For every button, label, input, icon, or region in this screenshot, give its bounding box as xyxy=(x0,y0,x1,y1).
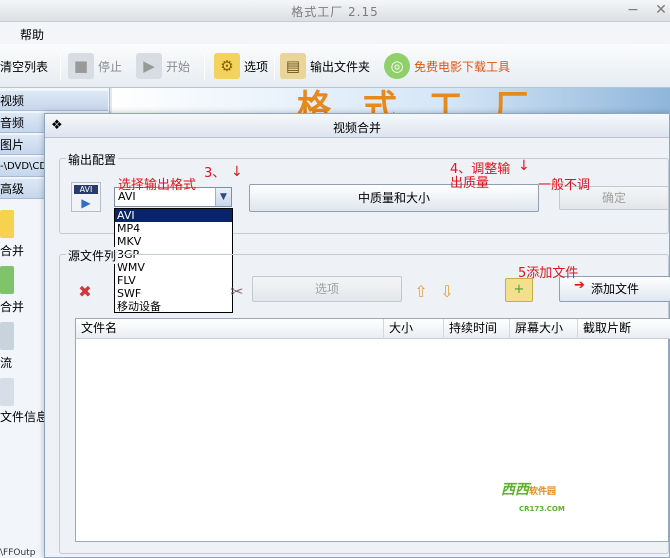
annotation-step3-number: 3、 xyxy=(204,166,226,181)
stop-button[interactable]: ■ 停止 xyxy=(68,51,122,81)
source-files-legend: 源文件列 xyxy=(66,247,119,264)
close-button[interactable]: ✕ xyxy=(650,2,670,20)
mux-icon xyxy=(0,322,14,350)
format-option-mp4[interactable]: MP4 xyxy=(115,222,232,235)
toolbar-separator xyxy=(204,54,205,80)
magnifier-icon: ◎ xyxy=(384,53,410,79)
folder-icon: ▤ xyxy=(280,53,306,79)
window-titlebar: 格式工厂 2.15 − ✕ xyxy=(0,0,670,22)
toolbar-separator xyxy=(274,54,275,80)
scissors-icon[interactable]: ✂ xyxy=(229,282,245,301)
main-toolbar: 清空列表 ■ 停止 ▶ 开始 ⚙ 选项 ▤ 输出文件夹 ◎ 免费电影下载工具 xyxy=(0,44,670,88)
options-button[interactable]: ⚙ 选项 xyxy=(214,51,268,81)
delete-icon[interactable]: ✖ xyxy=(75,282,95,301)
clear-list-label: 清空列表 xyxy=(0,59,49,74)
minimize-button[interactable]: − xyxy=(622,2,644,20)
output-folder-button[interactable]: ▤ 输出文件夹 xyxy=(280,51,370,81)
annotation-step4-line2: 出质量 xyxy=(450,176,490,191)
stop-label: 停止 xyxy=(98,59,123,74)
output-folder-label: 输出文件夹 xyxy=(310,59,371,74)
video-join-icon xyxy=(0,210,14,238)
gear-icon: ⚙ xyxy=(214,53,240,79)
clear-list-button[interactable]: 清空列表 xyxy=(0,51,48,81)
start-label: 开始 xyxy=(166,59,191,74)
move-up-icon[interactable]: ⇧ xyxy=(413,282,429,301)
window-title: 格式工厂 2.15 xyxy=(291,5,379,19)
file-table: 文件名 大小 持续时间 屏幕大小 截取片断 xyxy=(75,318,670,542)
output-config-legend: 输出配置 xyxy=(66,151,119,168)
quality-button[interactable]: 中质量和大小 xyxy=(249,184,539,212)
start-button[interactable]: ▶ 开始 xyxy=(136,51,190,81)
dialog-titlebar: ❖ 视频合并 xyxy=(45,114,669,138)
free-download-label: 免费电影下载工具 xyxy=(414,59,511,74)
category-video[interactable]: 视频 xyxy=(0,91,108,111)
annotation-step5: 5添加文件 xyxy=(518,266,579,281)
status-path: \FFOutp xyxy=(0,548,36,558)
column-clip[interactable]: 截取片断 xyxy=(578,319,670,339)
file-table-header: 文件名 大小 持续时间 屏幕大小 截取片断 xyxy=(76,319,670,339)
watermark-url: CR173.COM xyxy=(519,505,565,513)
format-option-avi[interactable]: AVI xyxy=(115,209,232,222)
move-down-icon[interactable]: ⇩ xyxy=(439,282,455,301)
menu-bar: 帮助 xyxy=(0,22,670,44)
media-info-icon xyxy=(0,378,14,406)
column-duration[interactable]: 持续时间 xyxy=(444,319,510,339)
play-icon: ▶ xyxy=(136,53,162,79)
column-filename[interactable]: 文件名 xyxy=(76,319,384,339)
site-watermark: 西西软件园 CR173.COM xyxy=(501,479,565,515)
add-folder-icon[interactable]: + xyxy=(505,278,533,302)
stop-icon: ■ xyxy=(68,53,94,79)
annotation-arrow-right-icon: ➔ xyxy=(574,278,585,293)
annotation-arrow-down-icon: ↓ xyxy=(518,158,530,174)
free-download-button[interactable]: ◎ 免费电影下载工具 xyxy=(384,51,510,81)
chevron-down-icon[interactable]: ▼ xyxy=(215,188,231,206)
annotation-step4-note: 一般不调 xyxy=(538,178,591,193)
audio-join-icon xyxy=(0,266,14,294)
annotation-arrow-down-icon: ↓ xyxy=(231,164,243,180)
toolbar-separator xyxy=(60,54,61,80)
menu-help[interactable]: 帮助 xyxy=(20,26,44,43)
dialog-title: 视频合并 xyxy=(332,121,381,135)
watermark-brand: 西西 xyxy=(501,482,529,498)
avi-file-icon: AVI ▶ xyxy=(71,182,101,212)
column-size[interactable]: 大小 xyxy=(384,319,444,339)
annotation-step3-label: 选择输出格式 xyxy=(118,178,197,193)
source-options-button[interactable]: 选项 xyxy=(252,276,402,302)
watermark-sub: 软件园 xyxy=(529,487,557,497)
options-label: 选项 xyxy=(244,59,269,74)
column-screen-size[interactable]: 屏幕大小 xyxy=(510,319,578,339)
format-option-mkv[interactable]: MKV xyxy=(115,235,232,248)
